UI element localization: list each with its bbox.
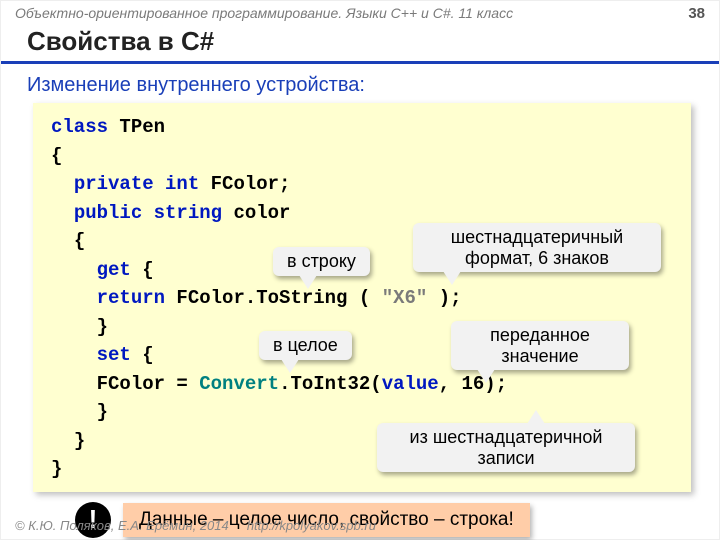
id-convert: Convert xyxy=(199,373,279,395)
brace: } xyxy=(97,316,108,338)
kw-private-int: private int xyxy=(74,173,199,195)
code-block: class TPen { private int FColor; public … xyxy=(33,103,691,492)
footer: © К.Ю. Поляков, Е.А. Ерёмин, 2014 http:/… xyxy=(15,518,376,533)
string-literal: "X6" xyxy=(382,287,428,309)
id-tpen: TPen xyxy=(108,116,165,138)
callout-text: из шестнадцатеричной записи xyxy=(410,427,603,468)
expr-end: , 16); xyxy=(439,373,507,395)
kw-class: class xyxy=(51,116,108,138)
brace: { xyxy=(51,142,673,171)
id-fcolor: FColor; xyxy=(199,173,290,195)
paren: ( xyxy=(347,287,381,309)
kw-get: get xyxy=(97,259,131,281)
expr-toint: .ToInt32( xyxy=(279,373,382,395)
callout-text: переданное значение xyxy=(490,325,590,366)
kw-public-string: public string xyxy=(74,202,222,224)
page-number: 38 xyxy=(688,5,705,22)
callout-to-string: в строку xyxy=(273,247,370,276)
brace: } xyxy=(97,401,108,423)
brace: } xyxy=(74,430,85,452)
callout-to-int: в целое xyxy=(259,331,352,360)
callout-tail-icon xyxy=(281,359,299,373)
callout-tail-icon xyxy=(443,271,461,285)
callout-tail-icon xyxy=(527,410,545,424)
page-title: Свойства в C# xyxy=(1,24,719,64)
callout-tail-icon xyxy=(299,275,317,289)
callout-tail-icon xyxy=(477,369,495,383)
brace: { xyxy=(74,230,85,252)
callout-from-hex: из шестнадцатеричной записи xyxy=(377,423,635,472)
course-title: Объектно-ориентированное программировани… xyxy=(15,5,513,22)
expr-tostring: FColor.ToString xyxy=(165,287,347,309)
header-bar: Объектно-ориентированное программировани… xyxy=(1,1,719,24)
copyright: © К.Ю. Поляков, Е.А. Ерёмин, 2014 xyxy=(15,518,229,533)
subtitle: Изменение внутреннего устройства: xyxy=(1,64,719,103)
callout-passed-value: переданное значение xyxy=(451,321,629,370)
kw-return: return xyxy=(97,287,165,309)
footer-url: http://kpolyakov.spb.ru xyxy=(247,518,376,533)
kw-value: value xyxy=(382,373,439,395)
kw-set: set xyxy=(97,344,131,366)
brace: { xyxy=(131,259,154,281)
callout-text: в целое xyxy=(273,335,338,355)
paren-end: ); xyxy=(427,287,461,309)
brace: { xyxy=(131,344,154,366)
callout-text: в строку xyxy=(287,251,356,271)
expr-assign: FColor = xyxy=(97,373,200,395)
callout-text: шестнадцатеричный формат, 6 знаков xyxy=(451,227,624,268)
id-color: color xyxy=(222,202,290,224)
callout-hex-format: шестнадцатеричный формат, 6 знаков xyxy=(413,223,661,272)
